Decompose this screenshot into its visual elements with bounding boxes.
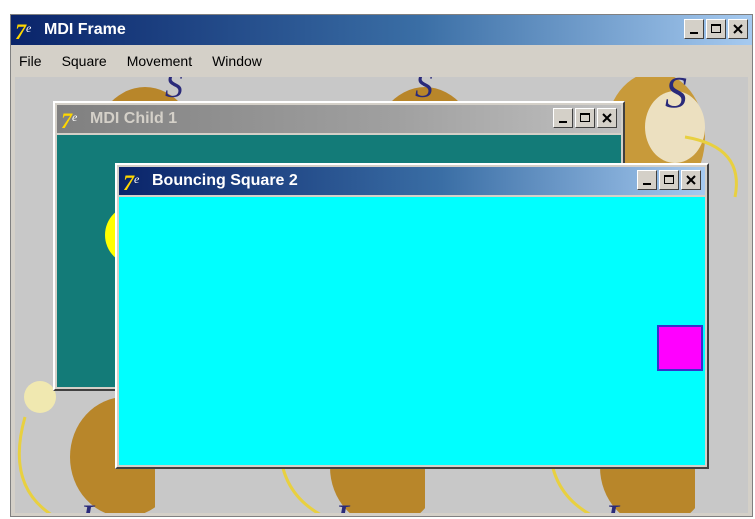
app-logo-icon: 7 e: [61, 108, 78, 131]
maximize-icon: [711, 24, 721, 33]
menu-file[interactable]: File: [19, 53, 42, 69]
frame-title: MDI Frame: [44, 21, 126, 38]
frame-minimize-button[interactable]: [684, 19, 704, 39]
child1-minimize-button[interactable]: [553, 108, 573, 128]
app-logo-icon: 7 e: [123, 170, 140, 193]
child2-close-button[interactable]: [681, 170, 701, 190]
svg-text:e: e: [134, 172, 140, 186]
frame-close-button[interactable]: [728, 19, 748, 39]
svg-text:S: S: [665, 77, 687, 117]
mdi-frame-window[interactable]: 7 e MDI Frame File Square Movement Windo…: [10, 14, 753, 517]
child1-maximize-button[interactable]: [575, 108, 595, 128]
svg-text:L: L: [79, 496, 102, 513]
maximize-icon: [664, 175, 674, 184]
svg-text:e: e: [72, 110, 78, 124]
child2-maximize-button[interactable]: [659, 170, 679, 190]
minimize-icon: [690, 32, 698, 34]
minimize-icon: [559, 121, 567, 123]
child1-title-bar[interactable]: 7 e MDI Child 1: [57, 105, 621, 133]
menu-movement[interactable]: Movement: [127, 53, 192, 69]
svg-text:L: L: [334, 496, 357, 513]
minimize-icon: [643, 183, 651, 185]
menu-window[interactable]: Window: [212, 53, 262, 69]
child1-close-button[interactable]: [597, 108, 617, 128]
child2-title: Bouncing Square 2: [152, 172, 298, 189]
child2-title-bar[interactable]: 7 e Bouncing Square 2: [119, 167, 705, 195]
child2-client-area[interactable]: [119, 197, 705, 465]
svg-text:L: L: [604, 496, 627, 513]
frame-title-bar[interactable]: 7 e MDI Frame: [11, 15, 752, 45]
menu-square[interactable]: Square: [62, 53, 107, 69]
child2-minimize-button[interactable]: [637, 170, 657, 190]
bouncing-square: [657, 325, 703, 371]
svg-text:e: e: [26, 21, 32, 35]
mdi-client-area[interactable]: S S S L L L 7 e MDI Child 1 7 e Bouncing…: [15, 77, 748, 513]
app-logo-icon[interactable]: 7 e: [14, 18, 40, 42]
close-icon: [602, 113, 612, 123]
menu-bar: File Square Movement Window: [11, 45, 752, 77]
frame-maximize-button[interactable]: [706, 19, 726, 39]
child1-title: MDI Child 1: [90, 110, 178, 127]
bouncing-square-2-window[interactable]: 7 e Bouncing Square 2: [115, 163, 709, 469]
close-icon: [733, 24, 743, 34]
close-icon: [686, 175, 696, 185]
maximize-icon: [580, 113, 590, 122]
